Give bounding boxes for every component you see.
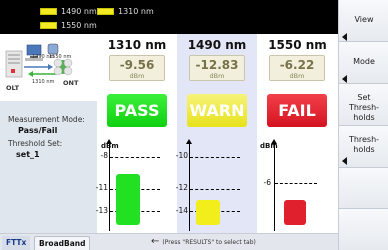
phone-icon — [47, 43, 59, 55]
gauge-axis-arrow — [271, 139, 277, 144]
button-label-line: Set — [357, 93, 371, 102]
power-readout: -12.83 dBm — [189, 55, 245, 81]
arrow-left-icon — [342, 157, 347, 165]
power-unit: dBm — [209, 72, 225, 80]
thresholds-button[interactable]: Thresh- holds — [339, 126, 388, 168]
button-label: View — [354, 15, 374, 24]
threshold-set-label: Threshold Set: — [8, 139, 63, 148]
legend-swatch — [40, 21, 57, 29]
gauge-tick-label: -12 — [175, 183, 188, 192]
power-unit: dBm — [289, 72, 305, 80]
legend-label: 1310 nm — [118, 6, 154, 16]
wavelength-title: 1490 nm — [187, 38, 247, 52]
gauge-tick-label: -14 — [175, 206, 188, 215]
legend-label: 1490 nm — [61, 6, 97, 16]
result-column-1310: 1310 nm -9.56 dBm PASS dBm -8 -11 -13 — [96, 34, 177, 233]
legend-item-1550: 1550 nm — [40, 19, 97, 31]
view-button[interactable]: View — [339, 0, 388, 42]
wavelength-title: 1550 nm — [268, 38, 327, 52]
tab-fttx[interactable]: FTTx — [2, 236, 31, 250]
status-badge-fail: FAIL — [267, 94, 327, 127]
button-label: Mode — [353, 57, 375, 66]
legend-item-1310: 1310 nm — [97, 5, 154, 17]
measurement-mode-label: Measurement Mode: — [8, 115, 85, 124]
gauge-tick-label: -11 — [95, 183, 108, 192]
power-level-bar — [116, 174, 140, 225]
header-bar: 1490 nm 1310 nm 1550 nm — [0, 0, 338, 34]
tab-broadband[interactable]: BroadBand — [34, 236, 91, 250]
softkey-sidebar: View Mode Set Thresh- holds Thresh- hold… — [338, 0, 388, 250]
status-badge-warn: WARN — [187, 94, 247, 127]
gauge-axis — [274, 143, 275, 231]
softkey-empty-6[interactable] — [339, 209, 388, 250]
ont-icon — [53, 58, 73, 76]
olt-label: OLT — [6, 84, 20, 92]
button-label-line: Thresh- — [348, 135, 380, 144]
power-readout: -9.56 dBm — [109, 55, 165, 81]
gauge-axis-arrow — [106, 139, 112, 144]
power-level-bar — [196, 200, 220, 225]
power-value: -12.83 — [195, 58, 239, 72]
threshold-line — [275, 183, 317, 184]
power-readout: -6.22 dBm — [269, 55, 325, 81]
gauge-tick-label: -10 — [175, 151, 188, 160]
threshold-line — [110, 157, 160, 158]
button-label-line: holds — [353, 113, 375, 122]
measurement-mode-value: Pass/Fail — [18, 126, 58, 135]
ont-label: ONT — [63, 79, 79, 87]
mode-button[interactable]: Mode — [339, 42, 388, 84]
gauge-tick-label: -8 — [100, 151, 108, 160]
legend-swatch — [97, 7, 114, 15]
test-info-panel: Measurement Mode: Pass/Fail Threshold Se… — [0, 101, 97, 233]
tab-hint: ← (Press "RESULTS" to select tab) — [151, 237, 256, 247]
result-column-1490: 1490 nm -12.83 dBm WARN -10 -12 -14 — [176, 34, 257, 233]
power-value: -6.22 — [279, 58, 315, 72]
hint-text: (Press "RESULTS" to select tab) — [162, 238, 256, 246]
power-level-bar — [284, 200, 306, 225]
power-unit: dBm — [129, 72, 145, 80]
gauge-tick-label: -6 — [263, 178, 271, 187]
gauge-axis-arrow — [186, 139, 192, 144]
softkey-empty-5[interactable] — [339, 168, 388, 209]
button-label-line: holds — [353, 145, 375, 154]
result-column-1550: 1550 nm -6.22 dBm FAIL dBm -6 — [257, 34, 338, 233]
bottom-tab-bar: FTTx BroadBand ← (Press "RESULTS" to sel… — [0, 233, 338, 250]
legend-item-1490: 1490 nm — [40, 5, 97, 17]
diagram-wavelength-1550: 1550 nm — [49, 54, 72, 60]
threshold-line — [190, 189, 240, 190]
legend-swatch — [40, 7, 57, 15]
threshold-set-value: set_1 — [16, 150, 40, 159]
arrow-left-icon — [342, 33, 347, 41]
olt-icon — [5, 50, 23, 78]
arrow-left-icon: ← — [151, 236, 160, 247]
wavelength-title: 1310 nm — [107, 38, 167, 52]
threshold-line — [190, 157, 240, 158]
legend-label: 1550 nm — [61, 20, 97, 30]
gauge-tick-label: -13 — [95, 206, 108, 215]
status-badge-pass: PASS — [107, 94, 167, 127]
arrow-left-icon — [342, 75, 347, 83]
left-panel: 1490 nm 1550 nm 1310 nm OLT ONT Measurem… — [0, 34, 97, 233]
button-label-line: Thresh- — [348, 103, 380, 112]
set-thresholds-button[interactable]: Set Thresh- holds — [339, 84, 388, 126]
diagram-wavelength-1310: 1310 nm — [32, 79, 55, 85]
power-value: -9.56 — [119, 58, 155, 72]
